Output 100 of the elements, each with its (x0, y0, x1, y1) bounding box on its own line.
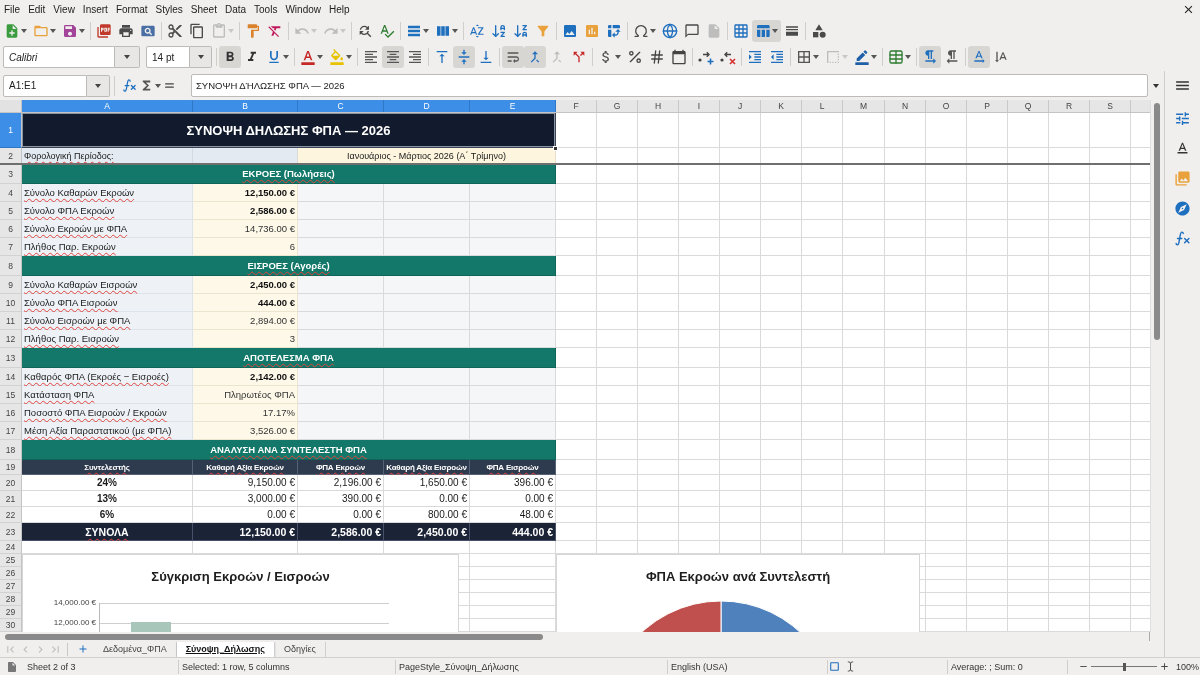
name-box-dropdown[interactable] (87, 74, 110, 97)
wrap-text-button[interactable] (502, 46, 524, 68)
zoom-slider-thumb[interactable] (1123, 662, 1126, 671)
menu-item[interactable]: Help (325, 0, 354, 18)
row-header[interactable]: 23 (0, 523, 22, 541)
fill-handle[interactable] (553, 146, 558, 151)
globe-icon (662, 22, 678, 39)
bar-chart-icon (584, 22, 600, 39)
name-box[interactable]: A1:E1 (3, 74, 87, 97)
font-size-dropdown[interactable] (190, 46, 212, 68)
section-header: ΑΠΟΤΕΛΕΣΜΑ ΦΠΑ (22, 348, 556, 368)
text-horizontal-button[interactable] (968, 46, 990, 68)
row-header[interactable]: 24 (0, 541, 22, 554)
menu-item[interactable]: Styles (151, 0, 187, 18)
menu-item[interactable]: Window (281, 0, 325, 18)
sort-az-icon (469, 22, 485, 39)
row-label: Σύνολο Καθαρών Εκροών (22, 184, 193, 202)
omega-icon (633, 22, 649, 39)
row-header[interactable]: 18 (0, 440, 22, 460)
document-icon (706, 22, 722, 39)
menu-item[interactable]: Edit (24, 0, 50, 18)
row-header[interactable]: 20 (0, 475, 22, 491)
row-header[interactable]: 2 (0, 148, 22, 164)
row-header[interactable]: 19 (0, 460, 22, 475)
row-header[interactable]: 25 (0, 554, 22, 567)
menu-item[interactable]: Tools (250, 0, 282, 18)
image-icon (562, 22, 578, 39)
axis-label: 12,000.00 € (53, 618, 96, 628)
font-size-field[interactable]: 14 pt (146, 46, 190, 68)
row-header[interactable]: 12 (0, 330, 22, 348)
freeze-panes-button[interactable] (752, 19, 781, 42)
row-header[interactable]: 14 (0, 368, 22, 386)
cell-value: 3 (193, 330, 298, 348)
row-header[interactable]: 15 (0, 386, 22, 404)
sheet-tab[interactable]: Δεδομένα_ΦΠΑ (94, 641, 177, 657)
row-header[interactable]: 11 (0, 312, 22, 330)
row-header[interactable]: 30 (0, 619, 22, 632)
row-header[interactable]: 29 (0, 606, 22, 619)
caret-icon (423, 28, 429, 33)
caret-icon (79, 28, 85, 33)
sheet-tab[interactable]: Σύνοψη_Δήλωσης (176, 641, 275, 657)
left-to-right-button[interactable] (919, 46, 941, 68)
row-header[interactable]: 28 (0, 593, 22, 606)
align-top-icon (434, 49, 450, 65)
font-name-field[interactable]: Calibri (3, 46, 115, 68)
row-header[interactable]: 16 (0, 404, 22, 422)
scrollbar-thumb[interactable] (1153, 103, 1160, 340)
scrollbar-thumb[interactable] (5, 633, 543, 640)
hash-icon (649, 49, 665, 65)
row-header[interactable]: 8 (0, 256, 22, 276)
cell-value: 17.17% (193, 404, 298, 422)
text-cursor-icon (845, 661, 856, 672)
cell-value: 12,150.00 € (193, 184, 298, 202)
zoom-slider[interactable] (1091, 661, 1157, 672)
row-header[interactable]: 21 (0, 491, 22, 507)
pivot-table-icon (606, 22, 622, 39)
save-icon (62, 22, 78, 39)
center-vertically-button[interactable] (453, 46, 475, 68)
row-header[interactable]: 17 (0, 422, 22, 440)
row-header[interactable]: 4 (0, 184, 22, 202)
menu-item[interactable]: Insert (78, 0, 112, 18)
sheet-tab[interactable]: Οδηγίες (274, 641, 326, 657)
bold-button[interactable] (219, 46, 241, 68)
caret-icon (452, 28, 458, 33)
document-icon (6, 660, 18, 673)
formula-input[interactable]: ΣΥΝΟΨΗ ΔΉΛΩΣΗΣ ΦΠΑ — 2026 (191, 74, 1148, 97)
align-center-button[interactable] (382, 46, 404, 68)
menu-item[interactable]: File (0, 0, 25, 18)
row-label: Σύνολο Καθαρών Εισροών (22, 276, 193, 294)
printer-icon (118, 22, 134, 39)
total-cell: 444.00 € (470, 523, 556, 541)
row-header[interactable]: 13 (0, 348, 22, 368)
vertical-text-icon (993, 49, 1009, 65)
align-middle-icon (456, 49, 472, 65)
merge-and-center-button[interactable] (524, 46, 546, 68)
row-header[interactable]: 22 (0, 507, 22, 523)
zoom-percentage: 100% (1176, 661, 1200, 672)
cell-value: 2,894.00 € (193, 312, 298, 330)
row-label: Σύνολο ΦΠΑ Εκροών (22, 202, 193, 220)
row-header[interactable]: 7 (0, 238, 22, 256)
menu-item[interactable]: Format (111, 0, 152, 18)
menu-item[interactable]: Data (220, 0, 251, 18)
paint-bucket-icon (329, 49, 345, 65)
speech-bubble-icon (684, 22, 700, 39)
shapes-icon (811, 22, 827, 39)
menu-item[interactable]: View (49, 0, 79, 18)
row-header[interactable]: 5 (0, 202, 22, 220)
row-header[interactable]: 9 (0, 276, 22, 294)
percent-icon (627, 49, 643, 65)
row-header[interactable]: 27 (0, 580, 22, 593)
row-header[interactable]: 3 (0, 164, 22, 184)
row-header[interactable]: 6 (0, 220, 22, 238)
clipboard-icon (211, 22, 227, 39)
selection-status: Selected: 1 row, 5 columns (182, 661, 290, 672)
row-header[interactable]: 10 (0, 294, 22, 312)
cell-value: 444.00 € (193, 294, 298, 312)
menu-item[interactable]: Sheet (186, 0, 221, 18)
row-header[interactable]: 26 (0, 567, 22, 580)
zoom-in-button[interactable] (1159, 660, 1170, 673)
caret-icon (340, 28, 346, 33)
